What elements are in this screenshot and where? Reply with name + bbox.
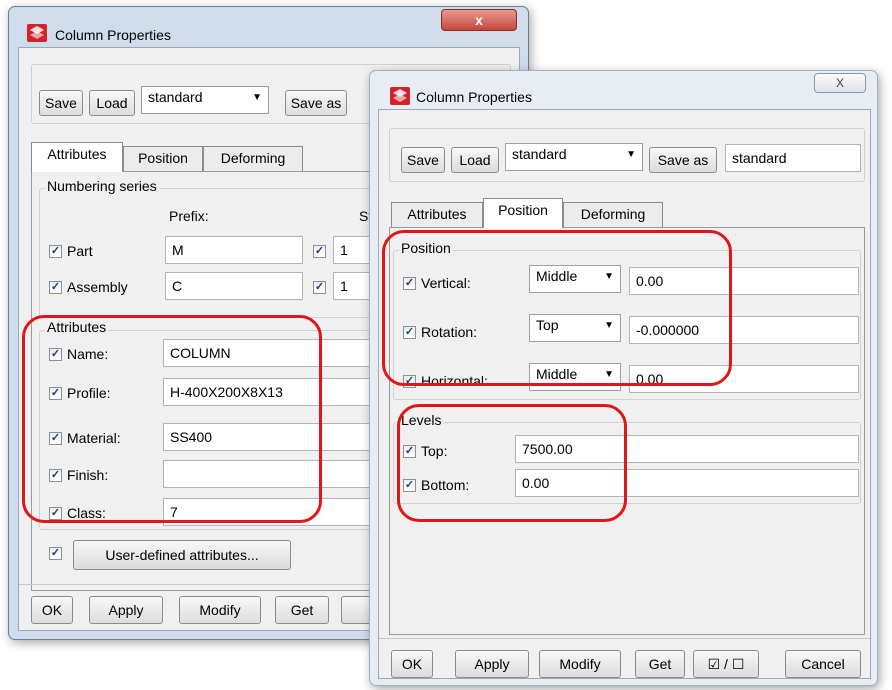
tab-deforming[interactable]: Deforming xyxy=(563,202,663,228)
load-button[interactable]: Load xyxy=(89,90,135,116)
tab-attributes[interactable]: Attributes xyxy=(31,142,123,172)
tab-position[interactable]: Position xyxy=(123,146,203,172)
user-defined-checkbox[interactable]: ✓ xyxy=(49,547,62,560)
preset-select[interactable]: standard ▼ xyxy=(141,86,269,114)
levels-highlight xyxy=(397,404,627,522)
close-icon: x xyxy=(475,12,483,28)
ok-button[interactable]: OK xyxy=(31,596,73,624)
apply-button[interactable]: Apply xyxy=(455,650,529,678)
assembly-checkbox[interactable]: ✓ xyxy=(49,281,62,294)
tab-deforming[interactable]: Deforming xyxy=(203,146,303,172)
chevron-down-icon: ▼ xyxy=(626,149,636,160)
assembly-prefix-input[interactable]: C xyxy=(165,272,303,300)
part-checkbox[interactable]: ✓ xyxy=(49,245,62,258)
prefix-header: Prefix: xyxy=(169,208,209,224)
tab-position[interactable]: Position xyxy=(483,198,563,228)
close-button[interactable]: x xyxy=(441,9,517,31)
user-defined-attributes-button[interactable]: User-defined attributes... xyxy=(73,540,291,570)
close-button[interactable]: X xyxy=(814,73,866,93)
assembly-label: Assembly xyxy=(67,279,128,295)
apply-button[interactable]: Apply xyxy=(89,596,163,624)
front-titlebar[interactable]: Column Properties X xyxy=(370,71,877,111)
modify-button[interactable]: Modify xyxy=(179,596,261,624)
part-label: Part xyxy=(67,243,93,259)
window-title: Column Properties xyxy=(55,27,171,43)
footer-separator xyxy=(379,638,870,639)
part-prefix-input[interactable]: M xyxy=(165,236,303,264)
assembly-start-checkbox[interactable]: ✓ xyxy=(313,281,326,294)
tab-attributes[interactable]: Attributes xyxy=(391,202,483,228)
position-highlight xyxy=(382,230,732,386)
save-as-input[interactable]: standard xyxy=(725,144,861,172)
part-start-checkbox[interactable]: ✓ xyxy=(313,245,326,258)
get-button[interactable]: Get xyxy=(275,596,329,624)
save-button[interactable]: Save xyxy=(401,147,445,173)
attributes-highlight xyxy=(22,315,322,523)
toggle-all-button[interactable]: ☑ / ☐ xyxy=(693,650,759,678)
numbering-group-label: Numbering series xyxy=(45,178,159,194)
front-client: Save Load standard ▼ Save as standard At… xyxy=(378,109,871,679)
modify-button[interactable]: Modify xyxy=(539,650,621,678)
load-button[interactable]: Load xyxy=(451,147,499,173)
close-icon: X xyxy=(835,76,844,90)
cancel-button[interactable]: Cancel xyxy=(785,650,861,678)
save-as-button[interactable]: Save as xyxy=(285,90,347,116)
window-title: Column Properties xyxy=(416,89,532,105)
save-as-button[interactable]: Save as xyxy=(649,147,717,173)
back-titlebar[interactable]: Column Properties x xyxy=(9,7,528,47)
chevron-down-icon: ▼ xyxy=(252,92,262,103)
app-icon xyxy=(27,24,47,42)
save-button[interactable]: Save xyxy=(39,90,83,116)
preset-select[interactable]: standard ▼ xyxy=(505,143,643,171)
get-button[interactable]: Get xyxy=(635,650,685,678)
app-icon xyxy=(390,87,410,105)
ok-button[interactable]: OK xyxy=(391,650,433,678)
